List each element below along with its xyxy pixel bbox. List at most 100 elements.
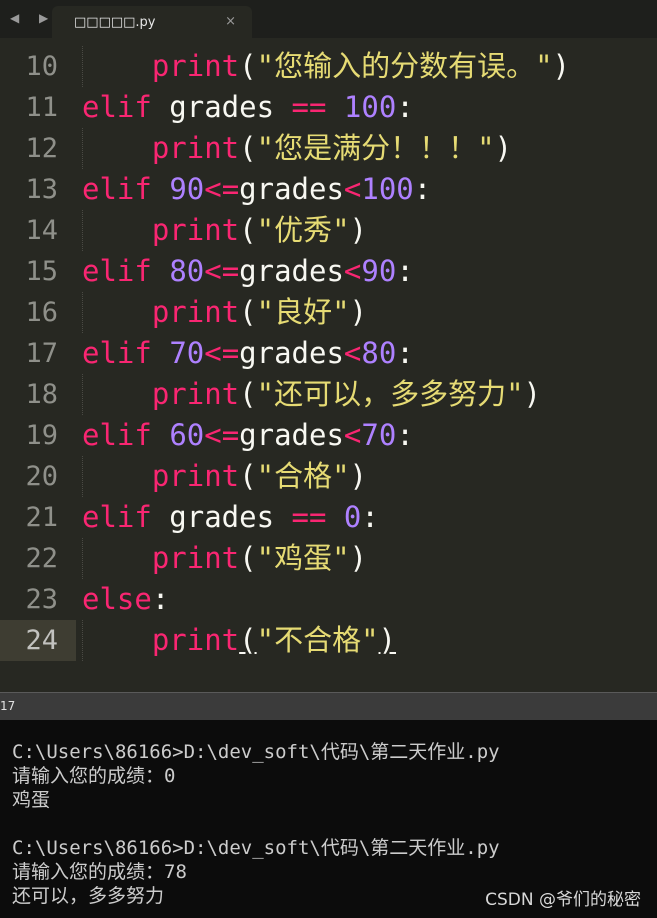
tab-title: □□□□□.py	[74, 15, 156, 30]
code-line[interactable]: 10 print("您输入的分数有误。")	[0, 46, 657, 87]
code-token: <=	[204, 336, 240, 370]
code-text: elif grades == 100:	[82, 87, 414, 128]
code-token: 100	[343, 90, 397, 124]
line-number: 23	[25, 584, 58, 615]
code-line[interactable]: 20 print("合格")	[0, 456, 657, 497]
line-number: 10	[25, 51, 58, 82]
code-token: )	[349, 541, 368, 575]
code-line[interactable]: 16 print("良好")	[0, 292, 657, 333]
code-token: <	[343, 172, 362, 206]
code-token: 100	[361, 172, 414, 206]
tab-active-file[interactable]: □□□□□.py ×	[52, 6, 252, 38]
code-line[interactable]: 23 else:	[0, 579, 657, 620]
code-token: <=	[204, 418, 240, 452]
code-token: print	[151, 377, 240, 411]
code-token: )	[378, 623, 397, 657]
code-token: (	[239, 49, 257, 83]
console-line: 请输入您的成绩：78	[12, 861, 187, 883]
code-token: )	[494, 131, 513, 165]
code-token: ==	[291, 500, 327, 534]
code-token: )	[523, 377, 542, 411]
code-token: <=	[204, 254, 240, 288]
console-line: 还可以，多多努力	[12, 885, 165, 907]
code-token: 60	[169, 418, 205, 452]
code-token: grades	[151, 90, 292, 124]
code-line[interactable]: 19 elif 60<=grades<70:	[0, 415, 657, 456]
code-token: :	[361, 500, 379, 534]
close-icon[interactable]: ×	[225, 14, 236, 29]
line-number: 14	[25, 215, 58, 246]
code-token: "不合格"	[256, 623, 379, 657]
code-token: "合格"	[256, 459, 350, 493]
code-token: <	[343, 254, 362, 288]
code-line[interactable]: 24 print("不合格")	[0, 620, 657, 661]
line-number: 21	[25, 502, 58, 533]
code-token: 80	[361, 336, 397, 370]
code-line[interactable]: 12 print("您是满分！！！")	[0, 128, 657, 169]
code-token: grades	[151, 500, 292, 534]
line-number: 18	[25, 379, 58, 410]
code-token: "您输入的分数有误。"	[256, 49, 553, 83]
code-token: elif	[82, 418, 152, 452]
code-token: print	[151, 623, 240, 657]
line-number: 16	[25, 297, 58, 328]
code-text: elif grades == 0:	[82, 497, 379, 538]
code-text: print("您是满分！！！")	[82, 128, 512, 169]
line-number: 24	[25, 625, 58, 656]
code-token: 90	[361, 254, 397, 288]
console-line: C:\Users\86166>D:\dev_soft\代码\第二天作业.py	[12, 741, 500, 763]
code-token: :	[396, 418, 414, 452]
code-line[interactable]: 21 elif grades == 0:	[0, 497, 657, 538]
code-token: "良好"	[256, 295, 350, 329]
code-token: (	[239, 295, 257, 329]
code-line[interactable]: 11 elif grades == 100:	[0, 87, 657, 128]
code-token: print	[151, 131, 240, 165]
panel-divider[interactable]: 17	[0, 692, 657, 721]
code-token: 0	[343, 500, 362, 534]
code-token: elif	[82, 90, 152, 124]
line-number: 17	[25, 338, 58, 369]
code-token: 80	[169, 254, 205, 288]
code-token: print	[151, 49, 240, 83]
line-number: 19	[25, 420, 58, 451]
code-line[interactable]: 15 elif 80<=grades<90:	[0, 251, 657, 292]
code-line[interactable]: 17 elif 70<=grades<80:	[0, 333, 657, 374]
code-token: elif	[82, 172, 152, 206]
code-text: print("鸡蛋")	[82, 538, 367, 579]
code-line[interactable]: 13 elif 90<=grades<100:	[0, 169, 657, 210]
code-token: (	[239, 213, 257, 247]
console-output: CSDN @爷们的秘密 C:\Users\86166>D:\dev_soft\代…	[0, 720, 657, 918]
code-token: )	[349, 295, 368, 329]
code-token: <	[343, 418, 362, 452]
code-editor[interactable]: 10 print("您输入的分数有误。") 11 elif grades == 10…	[0, 38, 657, 696]
code-line[interactable]: 14 print("优秀")	[0, 210, 657, 251]
code-text: else:	[82, 579, 169, 620]
code-text: print("良好")	[82, 292, 367, 333]
code-token: elif	[82, 336, 152, 370]
code-token: "优秀"	[256, 213, 350, 247]
code-token: <	[343, 336, 362, 370]
tab-nav-arrows[interactable]: ◀ ▶	[10, 11, 56, 25]
code-line[interactable]: 22 print("鸡蛋")	[0, 538, 657, 579]
code-text: elif 90<=grades<100:	[82, 169, 431, 210]
code-token: (	[239, 377, 257, 411]
code-text: print("合格")	[82, 456, 367, 497]
code-token: (	[239, 459, 257, 493]
code-text: elif 60<=grades<70:	[82, 415, 414, 456]
code-token: grades	[239, 172, 344, 206]
line-number: 20	[25, 461, 58, 492]
code-token: "您是满分！！！"	[256, 131, 495, 165]
code-token: )	[552, 49, 571, 83]
code-line[interactable]: 18 print("还可以，多多努力")	[0, 374, 657, 415]
watermark: CSDN @爷们的秘密	[485, 890, 641, 910]
tab-bar: ◀ ▶ □□□□□.py ×	[0, 0, 657, 38]
code-token: <=	[204, 172, 240, 206]
code-token: grades	[239, 254, 344, 288]
status-text: 17	[0, 699, 16, 713]
code-token: (	[239, 623, 257, 657]
code-token: elif	[82, 254, 152, 288]
code-text: elif 80<=grades<90:	[82, 251, 414, 292]
